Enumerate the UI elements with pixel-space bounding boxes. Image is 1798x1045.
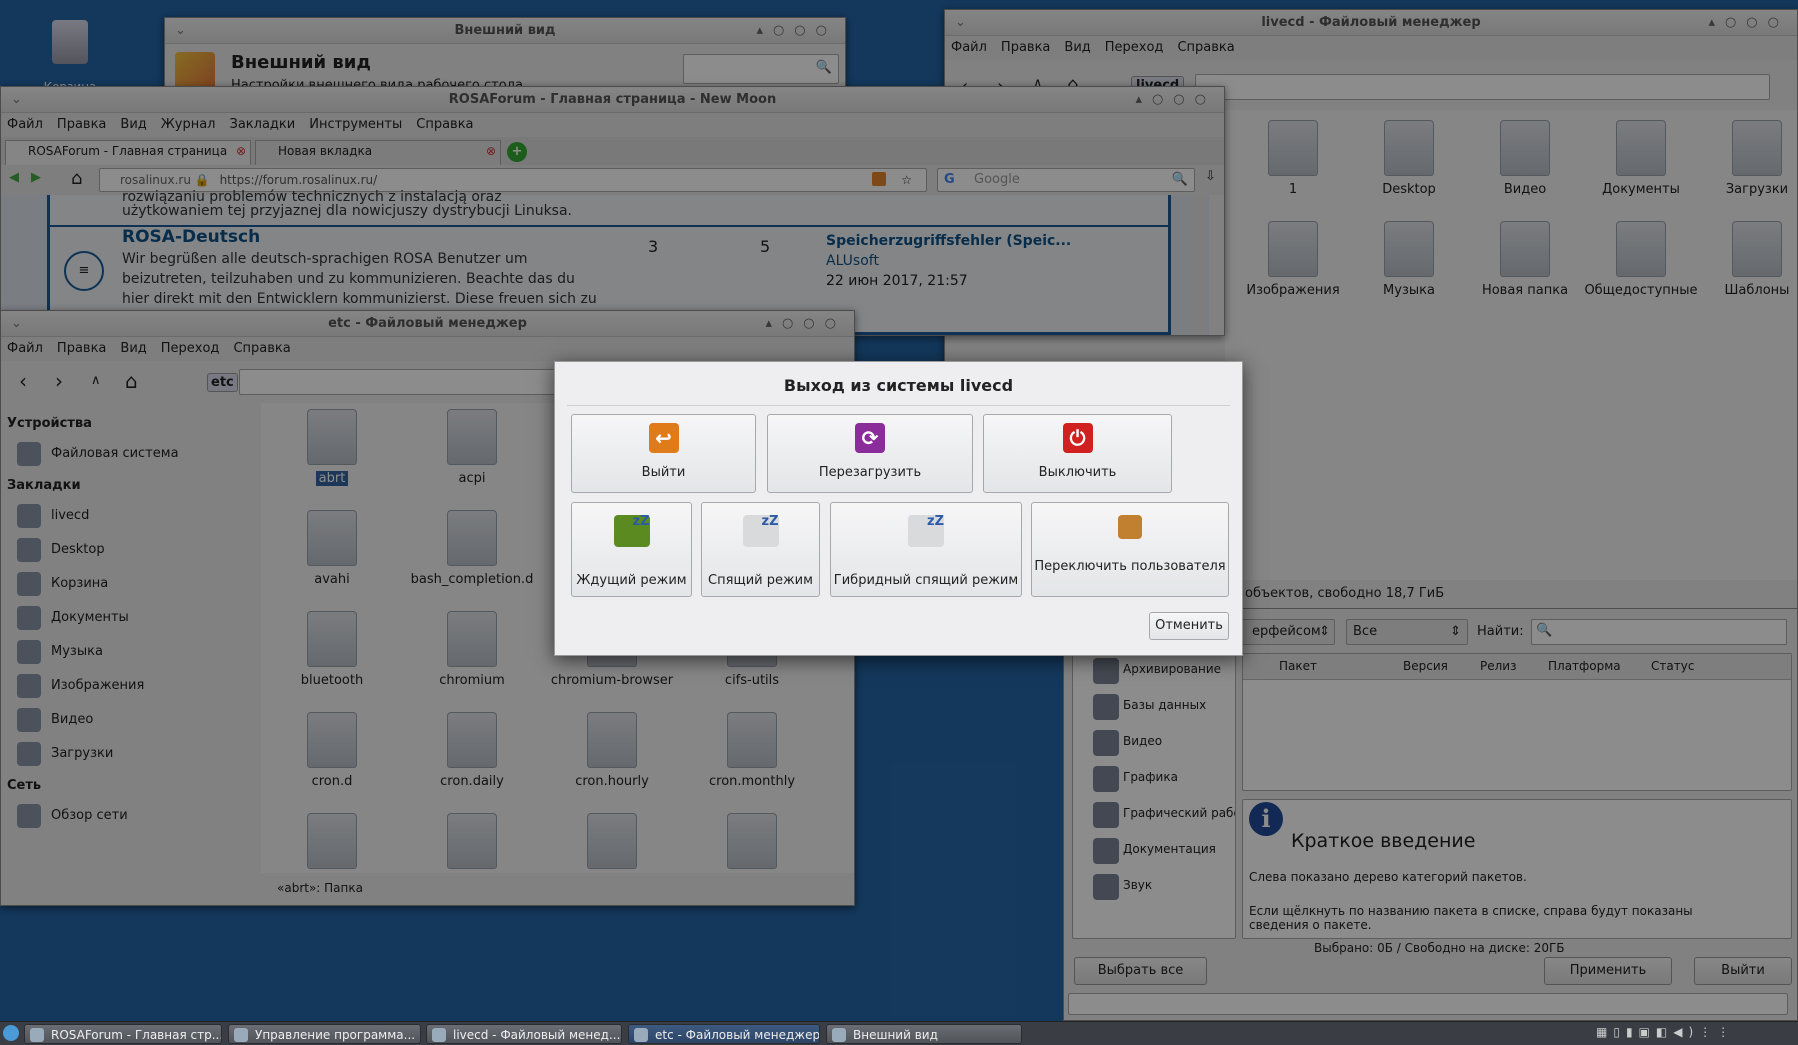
taskbar-button[interactable]: Внешний вид bbox=[826, 1024, 1022, 1044]
hybrid-sleep-button[interactable]: zZ Гибридный спящий режим bbox=[830, 502, 1022, 597]
app-icon bbox=[634, 1028, 648, 1042]
power-icon: ⏻ bbox=[1062, 423, 1093, 453]
hibernate-icon: zZ bbox=[742, 515, 779, 547]
taskbar-label: livecd - Файловый менед... bbox=[453, 1028, 621, 1042]
button-label: Гибридный спящий режим bbox=[833, 573, 1019, 588]
button-label: Спящий режим bbox=[708, 573, 813, 588]
logout-button[interactable]: ↩ Выйти bbox=[571, 414, 756, 493]
logout-dialog: Выход из системы livecd ↩ Выйти ⟳ Перезагру… bbox=[554, 361, 1243, 656]
button-label: Выключить bbox=[1038, 465, 1117, 480]
taskbar-label: Управление программа... bbox=[255, 1028, 416, 1042]
cancel-button[interactable]: Отменить bbox=[1149, 612, 1229, 640]
taskbar-button[interactable]: Управление программа... bbox=[228, 1024, 421, 1044]
button-label: Ждущий режим bbox=[576, 573, 687, 588]
hibernate-button[interactable]: zZ Спящий режим bbox=[701, 502, 820, 597]
logout-icon: ↩ bbox=[648, 423, 679, 453]
app-icon bbox=[234, 1028, 248, 1042]
reboot-icon: ⟳ bbox=[855, 423, 885, 453]
taskbar-button[interactable]: ROSAForum - Главная стр... bbox=[24, 1024, 222, 1044]
reboot-button[interactable]: ⟳ Перезагрузить bbox=[767, 414, 973, 493]
app-icon bbox=[432, 1028, 446, 1042]
hybrid-sleep-icon: zZ bbox=[908, 515, 944, 547]
button-label: Перезагрузить bbox=[818, 465, 922, 480]
suspend-button[interactable]: zZ Ждущий режим bbox=[571, 502, 692, 597]
start-menu-icon[interactable] bbox=[3, 1025, 19, 1041]
app-icon bbox=[30, 1028, 44, 1042]
switch-user-icon bbox=[1118, 515, 1142, 539]
dialog-title: Выход из системы livecd bbox=[567, 376, 1230, 406]
taskbar-button[interactable]: etc - Файловый менеджер bbox=[628, 1024, 820, 1044]
button-label: Переключить пользователя bbox=[1034, 559, 1226, 574]
taskbar: ROSAForum - Главная стр... Управление про… bbox=[0, 1021, 1798, 1045]
tray-icons[interactable]: ▦▯▮▣◧◀)⋮⋮ bbox=[1596, 1025, 1735, 1039]
app-icon bbox=[832, 1028, 846, 1042]
taskbar-label: Внешний вид bbox=[853, 1028, 938, 1042]
button-label: Выйти bbox=[641, 465, 686, 480]
switch-user-button[interactable]: Переключить пользователя bbox=[1031, 502, 1229, 597]
suspend-icon: zZ bbox=[613, 515, 650, 547]
taskbar-label: etc - Файловый менеджер bbox=[655, 1028, 820, 1042]
taskbar-button[interactable]: livecd - Файловый менед... bbox=[426, 1024, 622, 1044]
power-button[interactable]: ⏻ Выключить bbox=[983, 414, 1172, 493]
taskbar-label: ROSAForum - Главная стр... bbox=[51, 1028, 222, 1042]
